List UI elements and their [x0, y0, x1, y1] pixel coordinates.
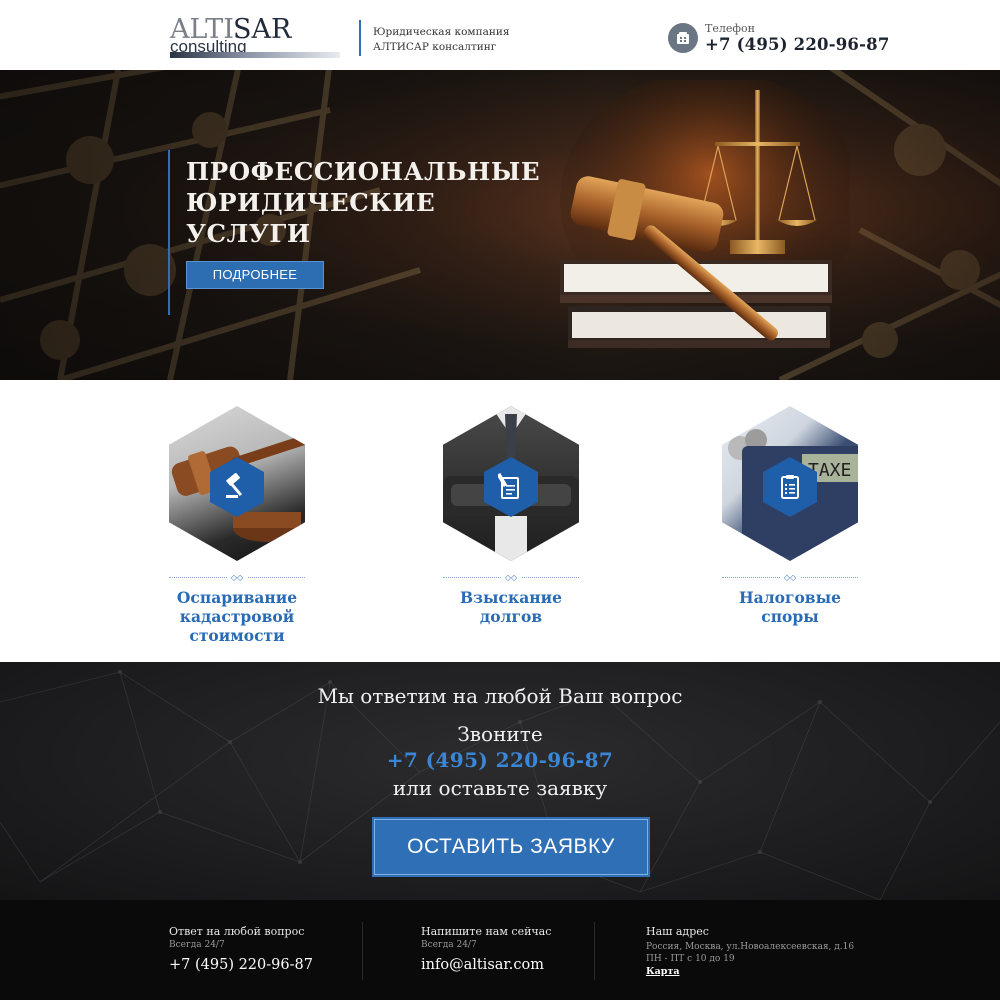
footer-divider [362, 922, 363, 980]
gavel-books-scales-illustration [560, 80, 850, 348]
footer-phone-availability: Всегда 24/7 [169, 940, 225, 950]
cta-or-text: или оставьте заявку [392, 776, 608, 800]
hero-accent-line [168, 150, 170, 315]
cta-headline: Мы ответим на любой Ваш вопрос [317, 684, 683, 708]
footer-phone-link[interactable]: +7 (495) 220-96-87 [169, 957, 313, 973]
footer-email-column: Напишите нам сейчас Всегда 24/7 info@alt… [421, 925, 551, 973]
service-title-line-1: Взыскание [460, 588, 562, 607]
site-footer: Ответ на любой вопрос Всегда 24/7 +7 (49… [0, 900, 1000, 1000]
service-card-debt-collection[interactable]: ◇◇ Взыскание долгов [416, 406, 606, 626]
footer-working-hours: ПН - ПТ с 10 до 19 [646, 954, 735, 964]
footer-address-title: Наш адрес [646, 925, 709, 938]
service-title-line-1: Налоговые [739, 588, 841, 607]
service-image-businessman [443, 406, 579, 561]
footer-email-link[interactable]: info@altisar.com [421, 957, 551, 973]
header-phone-link[interactable]: +7 (495) 220-96-87 [705, 35, 890, 54]
service-title-line-2: кадастровой [179, 607, 295, 626]
service-image-tax-calculator: TAXE [722, 406, 858, 561]
service-divider: ◇◇ [169, 573, 305, 582]
company-description: Юридическая компания АЛТИСАР консалтинг [373, 25, 509, 55]
service-title[interactable]: Оспаривание кадастровой стоимости [142, 588, 332, 645]
footer-address-text: Россия, Москва, ул.Новоалексеевская, д.1… [646, 942, 855, 952]
service-card-tax-disputes[interactable]: TAXE ◇◇ Налоговые споры [695, 406, 885, 626]
cta-phone-link[interactable]: +7 (495) 220-96-87 [0, 748, 1000, 772]
header-divider [359, 20, 361, 56]
altisar-logo[interactable]: ALTI SAR consulting [170, 14, 342, 60]
service-title-line-1: Оспаривание [176, 588, 298, 607]
service-image-gavel [169, 406, 305, 561]
phone-label: Телефон [705, 22, 755, 35]
more-details-button[interactable]: ПОДРОБНЕЕ [186, 261, 324, 289]
cta-call-text: Звоните [457, 722, 543, 746]
service-divider: ◇◇ [443, 573, 579, 582]
site-header: ALTI SAR consulting Юридическая компания… [0, 0, 1000, 70]
company-line-2: АЛТИСАР консалтинг [373, 41, 497, 53]
contact-cta-section: Мы ответим на любой Ваш вопрос Звоните +… [0, 662, 1000, 900]
service-divider: ◇◇ [722, 573, 858, 582]
phone-icon [668, 23, 698, 53]
footer-divider [594, 922, 595, 980]
hero-title-line-2: ЮРИДИЧЕСКИЕ [186, 188, 436, 217]
footer-phone-title: Ответ на любой вопрос [169, 925, 305, 938]
service-title-line-3: стоимости [189, 626, 285, 645]
hero-title: ПРОФЕССИОНАЛЬНЫЕ ЮРИДИЧЕСКИЕ УСЛУГИ [186, 156, 546, 249]
service-card-cadastral[interactable]: ◇◇ Оспаривание кадастровой стоимости [142, 406, 332, 645]
footer-email-availability: Всегда 24/7 [421, 940, 477, 950]
service-title[interactable]: Взыскание долгов [416, 588, 606, 626]
logo-gradient-bar [170, 52, 340, 58]
submit-request-button[interactable]: ОСТАВИТЬ ЗАЯВКУ [372, 817, 650, 877]
services-section: ◇◇ Оспаривание кадастровой стоимости ◇◇ … [0, 380, 1000, 662]
footer-map-link[interactable]: Карта [646, 966, 854, 977]
footer-email-title: Напишите нам сейчас [421, 925, 552, 938]
service-title[interactable]: Налоговые споры [695, 588, 885, 626]
hero-title-line-3: УСЛУГИ [186, 219, 311, 248]
footer-phone-column: Ответ на любой вопрос Всегда 24/7 +7 (49… [169, 925, 313, 973]
hero-banner: ПРОФЕССИОНАЛЬНЫЕ ЮРИДИЧЕСКИЕ УСЛУГИ ПОДР… [0, 70, 1000, 380]
company-line-1: Юридическая компания [373, 26, 510, 38]
service-title-line-2: долгов [479, 607, 543, 626]
service-title-line-2: споры [761, 607, 819, 626]
footer-address-column: Наш адрес Россия, Москва, ул.Новоалексее… [646, 925, 854, 977]
hero-title-line-1: ПРОФЕССИОНАЛЬНЫЕ [186, 157, 541, 186]
